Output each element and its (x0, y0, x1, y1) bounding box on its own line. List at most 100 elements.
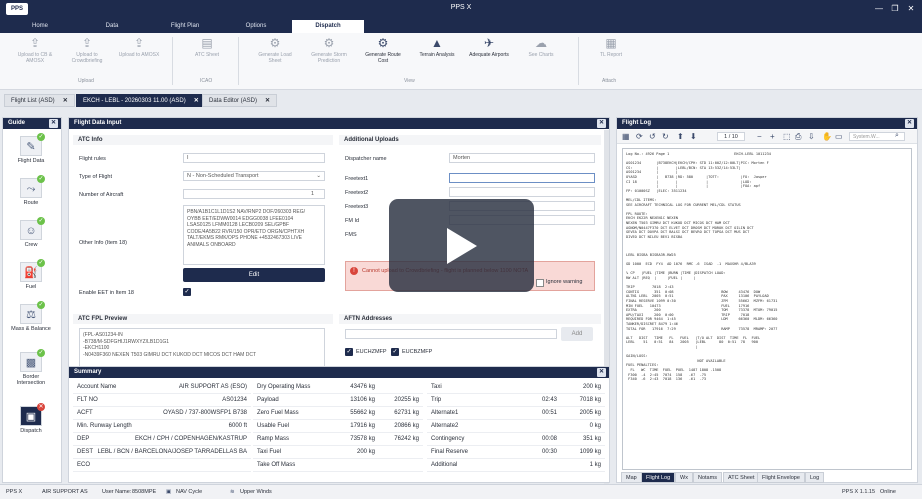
sidebar-icon[interactable]: ▦ (622, 132, 630, 141)
doc-tab-flight[interactable]: EKCH - LEBL - 20260303 11.00 (ASD) ✕ (76, 94, 206, 107)
tab-notams[interactable]: Notams (693, 472, 722, 483)
aftn-address-input[interactable] (345, 329, 557, 339)
upload-amosx-button[interactable]: ⇪ Upload to AMOSX (116, 36, 162, 58)
rotate-left-icon[interactable]: ↺ (649, 132, 656, 141)
print-icon[interactable]: ⎙ (795, 132, 801, 142)
gear-icon: ⚙ (377, 36, 389, 50)
dispatcher-name-input[interactable]: Morten (449, 153, 595, 163)
type-of-flight-select[interactable]: N - Non-Scheduled Transport ⌄ (183, 171, 325, 181)
summary-label: Dry Operating Mass (257, 384, 311, 390)
upload-cb-button[interactable]: ⇪ Upload to CB & AMOSX (12, 36, 58, 64)
summary-row: Account Name AIR SUPPORT AS (ESO) (73, 381, 251, 394)
tab-wx[interactable]: Wx (675, 472, 693, 483)
summary-value: 00:30 (541, 449, 557, 455)
pin-icon[interactable]: ✕ (49, 119, 58, 128)
freetext2-label: Freetext2 (345, 190, 369, 196)
status-upper-winds[interactable]: Upper Winds (240, 485, 272, 499)
arrow-down-icon[interactable]: ⬇ (690, 132, 697, 141)
guide-mass-balance[interactable]: ⚖ ✓ Mass & Balance (9, 301, 53, 332)
video-play-button[interactable] (389, 199, 534, 292)
add-button[interactable]: Add (561, 327, 593, 341)
doc-tab-flight-list[interactable]: Flight List (ASD) ✕ (4, 94, 75, 107)
generate-route-cost-button[interactable]: ⚙ Generate Route Cost (360, 36, 406, 64)
close-icon[interactable]: ✕ (265, 98, 270, 104)
minimize-button[interactable]: — (872, 2, 886, 15)
number-of-aircraft-stepper[interactable]: 1 (183, 189, 325, 199)
tab-atc-sheet[interactable]: ATC Sheet (723, 472, 760, 483)
guide-fuel[interactable]: ⛽ ✓ Fuel (9, 259, 53, 290)
generate-storm-prediction-button[interactable]: ⚙ Generate Storm Prediction (306, 36, 352, 64)
page-indicator[interactable]: 1 / 10 (717, 132, 745, 141)
close-icon[interactable]: ✕ (194, 98, 199, 104)
summary-value-secondary: 0 kg (589, 423, 601, 429)
generate-load-sheet-button[interactable]: ⚙ Generate Load Sheet (252, 36, 298, 64)
zoom-in-icon[interactable]: + (770, 132, 775, 141)
pin-icon[interactable]: ✕ (905, 119, 914, 128)
tab-flight-log[interactable]: Flight Log (641, 472, 676, 483)
guide-crew[interactable]: ☺ ✓ Crew (9, 217, 53, 248)
error-icon: ✕ (37, 403, 45, 411)
tab-data[interactable]: Data (92, 20, 132, 33)
tab-flight-plan[interactable]: Flight Plan (160, 20, 210, 33)
summary-row: Alternate1 00:51 2005 kg (427, 407, 605, 420)
freetext1-input[interactable] (449, 173, 595, 183)
terrain-analysis-button[interactable]: ▲ Terrain Analysis (414, 36, 460, 58)
app-title: PPS X (450, 4, 472, 11)
tab-options[interactable]: Options (236, 20, 276, 33)
upload-crowdbriefing-button[interactable]: ⇪ Upload to Crowdbriefing (64, 36, 110, 64)
gear-icon: ⚙ (323, 36, 335, 50)
summary-value-secondary: 20866 kg (394, 423, 419, 429)
tl-report-button[interactable]: ▦ TL Report (588, 36, 634, 58)
aftn2-checkbox[interactable]: ✓ (391, 348, 399, 356)
maximize-button[interactable]: ❐ (888, 2, 902, 15)
ignore-warning-checkbox[interactable] (536, 279, 544, 287)
summary-label: Contingency (431, 436, 465, 442)
tab-map[interactable]: Map (621, 472, 642, 483)
flight-rules-label: Flight rules (79, 156, 106, 162)
aftn1-checkbox[interactable]: ✓ (345, 348, 353, 356)
adequate-airports-button[interactable]: ✈ Adequate Airports (466, 36, 512, 58)
pin-icon[interactable]: ✕ (597, 119, 606, 128)
status-nav-cycle[interactable]: NAV Cycle (176, 485, 202, 499)
gear-icon: ⚙ (269, 36, 281, 50)
tab-dispatch[interactable]: Dispatch (292, 20, 364, 33)
freetext2-input[interactable] (449, 187, 595, 197)
guide-route[interactable]: ⤳ ✓ Route (9, 175, 53, 206)
summary-label: Final Reserve (431, 449, 469, 455)
enable-eet-label: Enable EET in Item 18 (79, 290, 134, 296)
zoom-out-icon[interactable]: − (757, 132, 762, 141)
see-charts-button[interactable]: ☁ See Charts (518, 36, 564, 58)
summary-value-secondary: 76242 kg (394, 436, 419, 442)
download-icon[interactable]: ⇩ (808, 132, 815, 141)
fit-page-icon[interactable]: ⬚ (783, 132, 791, 141)
flight-rules-input[interactable]: I (183, 153, 325, 163)
close-icon[interactable]: ✕ (63, 98, 68, 104)
guide-flight-data[interactable]: ✎ ✓ Flight Data (9, 133, 53, 164)
edit-button[interactable]: Edit (183, 268, 325, 282)
tab-log[interactable]: Log (805, 472, 825, 483)
fm-id-label: FM Id (345, 218, 360, 224)
fms-label: FMS (345, 232, 357, 238)
guide-dispatch[interactable]: ▣ ✕ Dispatch (9, 403, 53, 434)
aftn2-label: EUCBZMFP (402, 349, 433, 355)
atc-sheet-button[interactable]: ▤ ATC Sheet (184, 36, 230, 58)
close-window-button[interactable]: ✕ (904, 2, 918, 15)
flight-log-panel: Flight Log ✕ ▦ ⟳ ↺ ↻ ⬆ ⬇ 1 / 10 − + ⬚ ⎙ ⇩… (616, 117, 918, 483)
select-icon[interactable]: ▭ (835, 132, 843, 141)
tab-flight-envelope[interactable]: Flight Envelope (757, 472, 805, 483)
hand-tool-icon[interactable]: ✋ (822, 132, 832, 141)
pin-icon[interactable]: ✕ (597, 368, 606, 377)
type-of-flight-label: Type of Flight (79, 174, 113, 180)
guide-border-intersection[interactable]: ▩ ✓ Border Intersection (9, 349, 53, 386)
enable-eet-checkbox[interactable]: ✓ (183, 288, 191, 296)
wind-icon: ≋ (230, 489, 235, 495)
other-info-textarea[interactable]: PBN/A1B1C1L1D1S2 NAV/RNP2 DOF/260303 REG… (183, 205, 325, 265)
icao-group-label: ICAO (200, 78, 213, 84)
rotate-right-icon[interactable]: ↻ (662, 132, 669, 141)
tab-home[interactable]: Home (20, 20, 60, 33)
refresh-icon[interactable]: ⟳ (636, 132, 643, 141)
arrow-up-icon[interactable]: ⬆ (677, 132, 684, 141)
summary-value: AIR SUPPORT AS (ESO) (178, 384, 247, 390)
summary-label: DEST (77, 449, 94, 455)
doc-tab-data-editor[interactable]: Data Editor (ASD) ✕ (202, 94, 278, 107)
